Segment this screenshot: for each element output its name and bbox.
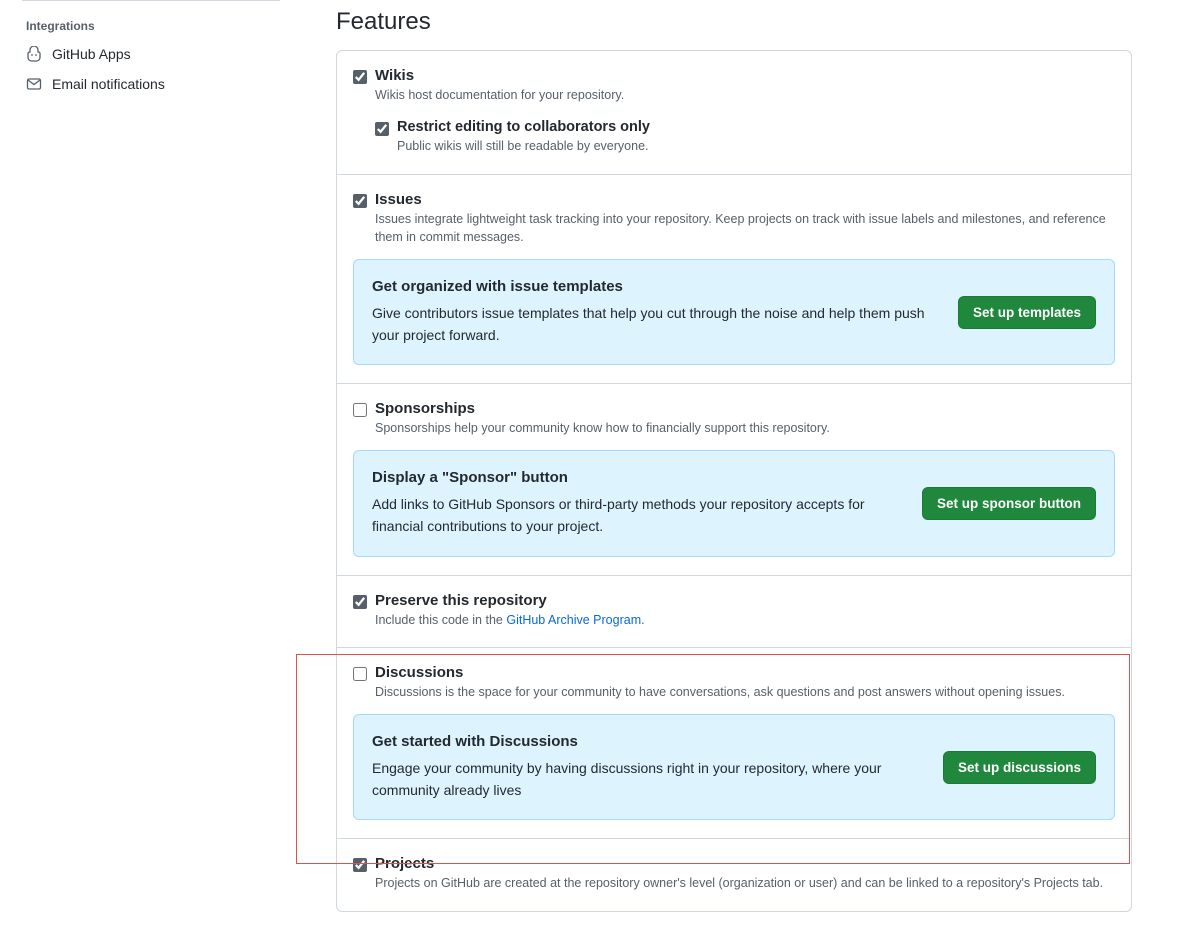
preserve-checkbox[interactable]	[353, 595, 367, 609]
issues-callout-desc: Give contributors issue templates that h…	[372, 303, 938, 346]
sidebar-item-email-notifications[interactable]: Email notifications	[22, 69, 280, 99]
wikis-checkbox[interactable]	[353, 70, 367, 84]
feature-preserve: Preserve this repository Include this co…	[337, 575, 1131, 648]
main-content: Features Wikis Wikis host documentation …	[296, 0, 1156, 952]
feature-discussions: Discussions Discussions is the space for…	[337, 647, 1131, 838]
sidebar-item-github-apps[interactable]: GitHub Apps	[22, 39, 280, 69]
setup-sponsor-button[interactable]: Set up sponsor button	[922, 487, 1096, 520]
mail-icon	[26, 76, 42, 92]
sidebar-heading-integrations: Integrations	[22, 13, 280, 39]
issues-callout: Get organized with issue templates Give …	[353, 259, 1115, 365]
sponsorships-checkbox[interactable]	[353, 403, 367, 417]
sponsorships-desc: Sponsorships help your community know ho…	[375, 419, 1115, 438]
page-title: Features	[336, 8, 1132, 36]
wikis-restrict-checkbox[interactable]	[375, 122, 389, 136]
archive-program-link[interactable]: GitHub Archive Program	[506, 613, 641, 627]
sponsorships-callout-title: Display a "Sponsor" button	[372, 469, 902, 486]
sidebar-item-label: GitHub Apps	[52, 46, 131, 62]
wikis-restrict-desc: Public wikis will still be readable by e…	[397, 137, 1115, 156]
issues-desc: Issues integrate lightweight task tracki…	[375, 210, 1115, 248]
issues-label: Issues	[375, 191, 1115, 208]
projects-desc: Projects on GitHub are created at the re…	[375, 874, 1115, 893]
preserve-desc-prefix: Include this code in the	[375, 613, 506, 627]
sidebar-item-label: Email notifications	[52, 76, 165, 92]
projects-checkbox[interactable]	[353, 858, 367, 872]
preserve-label: Preserve this repository	[375, 592, 1115, 609]
preserve-desc-suffix: .	[641, 613, 644, 627]
discussions-label: Discussions	[375, 664, 1115, 681]
discussions-callout: Get started with Discussions Engage your…	[353, 714, 1115, 820]
wikis-restrict-label: Restrict editing to collaborators only	[397, 119, 1115, 135]
sidebar: Integrations GitHub Apps Email notificat…	[0, 0, 296, 952]
sponsorships-label: Sponsorships	[375, 400, 1115, 417]
discussions-desc: Discussions is the space for your commun…	[375, 683, 1115, 702]
wikis-desc: Wikis host documentation for your reposi…	[375, 86, 1115, 105]
sponsorships-callout-desc: Add links to GitHub Sponsors or third-pa…	[372, 494, 902, 537]
setup-templates-button[interactable]: Set up templates	[958, 296, 1096, 329]
feature-wikis: Wikis Wikis host documentation for your …	[337, 51, 1131, 174]
apps-icon	[26, 46, 42, 62]
feature-projects: Projects Projects on GitHub are created …	[337, 838, 1131, 911]
features-box: Wikis Wikis host documentation for your …	[336, 50, 1132, 912]
sidebar-divider	[22, 0, 280, 1]
projects-label: Projects	[375, 855, 1115, 872]
feature-sponsorships: Sponsorships Sponsorships help your comm…	[337, 383, 1131, 574]
discussions-callout-title: Get started with Discussions	[372, 733, 923, 750]
issues-checkbox[interactable]	[353, 194, 367, 208]
sponsorships-callout: Display a "Sponsor" button Add links to …	[353, 450, 1115, 556]
wikis-label: Wikis	[375, 67, 1115, 84]
setup-discussions-button[interactable]: Set up discussions	[943, 751, 1096, 784]
discussions-checkbox[interactable]	[353, 667, 367, 681]
discussions-callout-desc: Engage your community by having discussi…	[372, 758, 923, 801]
feature-issues: Issues Issues integrate lightweight task…	[337, 174, 1131, 384]
preserve-desc: Include this code in the GitHub Archive …	[375, 611, 1115, 630]
issues-callout-title: Get organized with issue templates	[372, 278, 938, 295]
